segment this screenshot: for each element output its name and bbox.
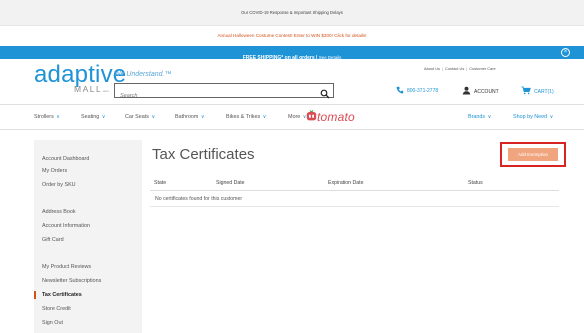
customer-care-link[interactable]: Customer Care bbox=[469, 66, 495, 71]
column-header-signed-date: Signed Date bbox=[216, 180, 245, 186]
nav-item-shop-by-need[interactable]: Shop by Need ∨ bbox=[513, 114, 553, 120]
chevron-down-icon: ∨ bbox=[487, 114, 492, 120]
sidebar-item-gift-card[interactable]: Gift Card bbox=[42, 237, 64, 243]
tomato-brand-link[interactable]: tomato bbox=[306, 108, 355, 126]
free-shipping-text: FREE SHIPPING* on all orders | See Detai… bbox=[243, 51, 342, 65]
sidebar-item-newsletter-subscriptions[interactable]: Newsletter Subscriptions bbox=[42, 278, 101, 284]
nav-item-bathroom[interactable]: Bathroom ∨ bbox=[175, 114, 205, 120]
site-logo[interactable]: adaptive MALL.com bbox=[34, 63, 126, 95]
chevron-down-icon: ∨ bbox=[200, 114, 205, 120]
sidebar-item-my-orders[interactable]: My Orders bbox=[42, 168, 67, 174]
logo-subtitle: MALL.com bbox=[74, 84, 109, 94]
free-shipping-bar: FREE SHIPPING* on all orders | See Detai… bbox=[0, 46, 584, 61]
phone-icon bbox=[396, 86, 404, 96]
sidebar-item-account-dashboard[interactable]: Account Dashboard bbox=[42, 156, 89, 162]
phone-link[interactable]: 800-371-2778 bbox=[396, 86, 438, 96]
contact-us-link[interactable]: Contact Us bbox=[445, 66, 464, 71]
sidebar-item-account-information[interactable]: Account Information bbox=[42, 223, 90, 229]
nav-item-label: Bikes & Trikes bbox=[226, 114, 261, 120]
cart-label: CART(1) bbox=[534, 88, 554, 95]
sidebar-item-my-product-reviews[interactable]: My Product Reviews bbox=[42, 264, 91, 270]
sidebar-item-store-credit[interactable]: Store Credit bbox=[42, 306, 71, 312]
covid-announcement-link[interactable]: Our COVID-19 Response & Important Shippi… bbox=[0, 0, 584, 17]
nav-item-label: More bbox=[288, 114, 301, 120]
user-icon bbox=[462, 86, 471, 97]
column-header-state: State bbox=[154, 180, 167, 186]
tomato-logo-icon bbox=[306, 108, 317, 126]
nav-item-label: Bathroom bbox=[175, 114, 199, 120]
sidebar-item-order-by-sku[interactable]: Order by SKU bbox=[42, 182, 76, 188]
account-label: ACCOUNT bbox=[474, 88, 499, 95]
free-shipping-separator: | bbox=[316, 55, 318, 61]
free-shipping-label: FREE SHIPPING* on all orders bbox=[242, 55, 315, 61]
nav-item-more[interactable]: More ∨ bbox=[288, 114, 306, 120]
column-header-expiration-date: Expiration Date bbox=[328, 180, 364, 186]
column-header-status: Status bbox=[468, 180, 483, 186]
add-exemption-button[interactable]: Add Exemption bbox=[508, 148, 558, 161]
certificates-table-header: State Signed Date Expiration Date Status bbox=[150, 177, 559, 191]
phone-number: 800-371-2778 bbox=[407, 88, 439, 94]
nav-item-label: Brands bbox=[468, 114, 486, 120]
sidebar-item-tax-certificates[interactable]: Tax Certificates bbox=[42, 292, 82, 298]
nav-item-seating[interactable]: Seating ∨ bbox=[81, 114, 105, 120]
chevron-down-icon: ∨ bbox=[262, 114, 267, 120]
about-us-link[interactable]: About Us bbox=[424, 66, 440, 71]
nav-item-label: Strollers bbox=[34, 114, 54, 120]
search-input[interactable] bbox=[115, 89, 305, 103]
cart-link[interactable]: CART(1) bbox=[521, 86, 554, 97]
account-link[interactable]: ACCOUNT bbox=[462, 86, 499, 97]
close-icon[interactable]: × bbox=[561, 48, 570, 57]
search-icon[interactable] bbox=[320, 86, 330, 99]
active-indicator bbox=[34, 291, 36, 299]
highlight-box: Add Exemption bbox=[500, 142, 566, 167]
main-navigation: Strollers ∨ Seating ∨ Car Seats ∨ Bathro… bbox=[0, 104, 584, 130]
nav-item-car-seats[interactable]: Car Seats ∨ bbox=[125, 114, 155, 120]
search-bar bbox=[114, 83, 334, 103]
utility-links: About Us | Contact Us | Customer Care bbox=[424, 66, 496, 71]
halloween-announcement-bar: Annual Halloween Costume Contest! Enter … bbox=[0, 26, 584, 46]
chevron-down-icon: ∨ bbox=[56, 114, 60, 120]
link-separator: | bbox=[442, 66, 444, 71]
nav-item-label: Shop by Need bbox=[513, 114, 548, 120]
chevron-down-icon: ∨ bbox=[549, 114, 554, 120]
halloween-contest-link[interactable]: Annual Halloween Costume Contest! Enter … bbox=[0, 26, 584, 40]
logo-subtitle-text: MALL bbox=[74, 84, 103, 94]
tagline: We Understand.™ bbox=[114, 71, 172, 78]
covid-announcement-bar: Our COVID-19 Response & Important Shippi… bbox=[0, 0, 584, 26]
empty-table-message: No certificates found for this customer bbox=[155, 196, 243, 202]
nav-item-label: Seating bbox=[81, 114, 100, 120]
sidebar-item-address-book[interactable]: Address Book bbox=[42, 209, 76, 215]
cart-icon bbox=[521, 86, 531, 97]
sidebar-item-sign-out[interactable]: Sign Out bbox=[42, 320, 63, 326]
account-sidebar: Account Dashboard My Orders Order by SKU… bbox=[34, 140, 142, 333]
table-divider bbox=[150, 206, 559, 207]
chevron-down-icon: ∨ bbox=[151, 114, 156, 120]
page-title: Tax Certificates bbox=[152, 146, 255, 163]
see-details-link[interactable]: See Details bbox=[319, 55, 341, 60]
tomato-brand-text: tomato bbox=[317, 110, 355, 124]
logo-subtitle-suffix: .com bbox=[102, 89, 109, 93]
nav-item-bikes-trikes[interactable]: Bikes & Trikes ∨ bbox=[226, 114, 266, 120]
nav-item-label: Car Seats bbox=[125, 114, 149, 120]
nav-item-strollers[interactable]: Strollers ∨ bbox=[34, 114, 60, 120]
chevron-down-icon: ∨ bbox=[101, 114, 106, 120]
nav-item-brands[interactable]: Brands ∨ bbox=[468, 114, 491, 120]
link-separator: | bbox=[466, 66, 468, 71]
